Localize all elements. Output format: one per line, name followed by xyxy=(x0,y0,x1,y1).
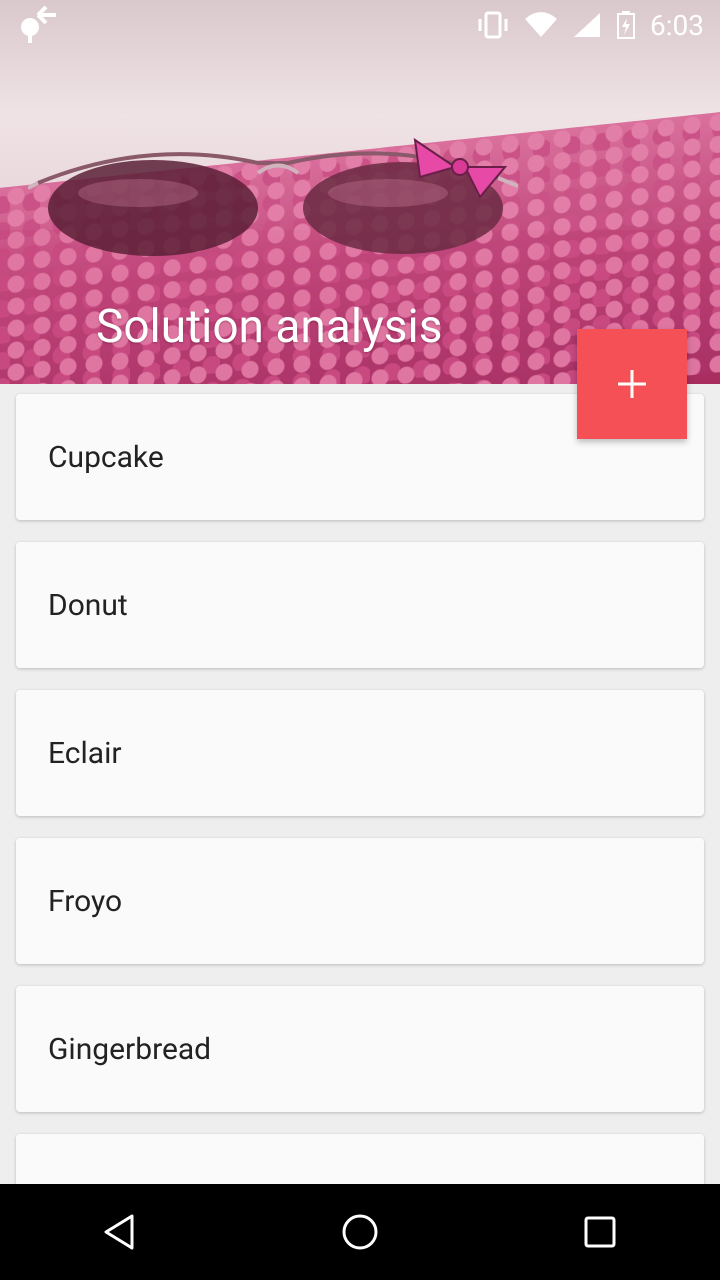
list-item-label: Gingerbread xyxy=(48,1031,212,1067)
list-item[interactable]: Eclair xyxy=(16,690,704,816)
list-item[interactable]: Froyo xyxy=(16,838,704,964)
pink-bow-image xyxy=(413,137,508,199)
battery-charging-icon xyxy=(617,11,635,39)
header-title: Solution analysis xyxy=(96,300,443,354)
list-item-label: Froyo xyxy=(48,883,123,919)
list-item-label: Donut xyxy=(48,587,128,623)
list-item-label: Cupcake xyxy=(48,439,164,475)
system-nav-bar xyxy=(0,1184,720,1280)
list-item[interactable]: Gingerbread xyxy=(16,986,704,1112)
nav-home-button[interactable] xyxy=(320,1192,400,1272)
list-item-label: Eclair xyxy=(48,735,122,771)
list-item[interactable] xyxy=(16,1134,704,1186)
nav-recents-button[interactable] xyxy=(560,1192,640,1272)
signal-icon xyxy=(574,13,600,37)
nav-back-button[interactable] xyxy=(80,1192,160,1272)
back-icon xyxy=(104,1214,134,1250)
vibrate-icon xyxy=(478,11,508,39)
collapsing-header: 6:03 Solution analysis xyxy=(0,0,720,384)
home-icon xyxy=(342,1214,378,1250)
plus-icon xyxy=(618,370,646,398)
wifi-icon xyxy=(525,12,557,37)
item-list: Cupcake Donut Eclair Froyo Gingerbread xyxy=(16,394,704,1208)
list-item[interactable]: Donut xyxy=(16,542,704,668)
back-arrow-icon[interactable] xyxy=(16,5,66,45)
add-fab-button[interactable] xyxy=(577,329,687,439)
status-bar: 6:03 xyxy=(0,0,720,50)
status-time: 6:03 xyxy=(650,8,704,42)
recents-icon xyxy=(584,1216,616,1248)
